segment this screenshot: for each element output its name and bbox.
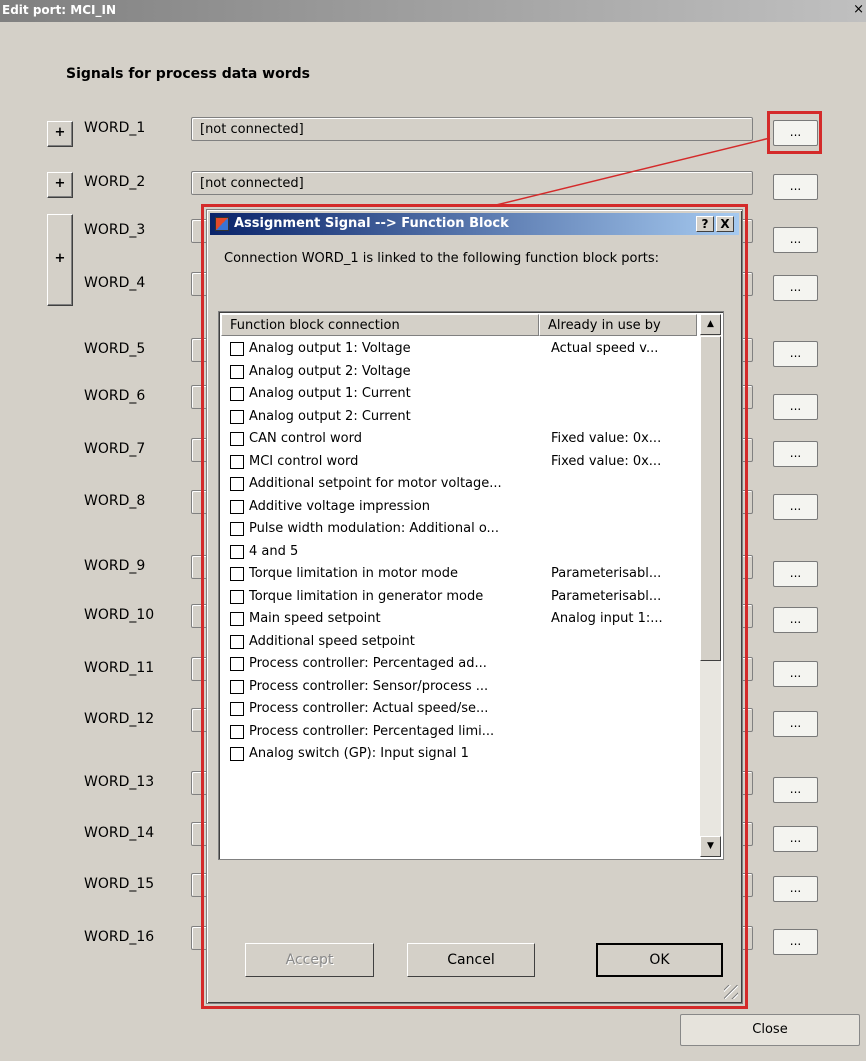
in-use-value: Analog input 1:...	[551, 611, 663, 626]
list-rows: Analog output 1: Voltage Actual speed v..…	[221, 338, 697, 766]
checkbox[interactable]	[230, 679, 244, 694]
list-item[interactable]: Analog output 2: Current	[221, 406, 697, 429]
checkbox[interactable]	[230, 477, 244, 491]
list-item[interactable]: MCI control word Fixed value: 0x...	[221, 451, 697, 474]
list-item[interactable]: Torque limitation in motor mode Parameter…	[221, 563, 697, 586]
connection-name: Analog output 1: Current	[249, 386, 411, 401]
list-item[interactable]: Process controller: Percentaged ad...	[221, 653, 697, 676]
column-header-in-use[interactable]: Already in use by	[539, 314, 697, 336]
checkbox[interactable]	[230, 522, 244, 536]
list-item[interactable]: Analog output 1: Current	[221, 383, 697, 406]
checkbox[interactable]	[230, 499, 244, 514]
checkbox[interactable]	[230, 747, 244, 761]
connection-name: Torque limitation in motor mode	[249, 566, 459, 581]
connection-name: Analog switch (GP): Input signal 1	[249, 746, 469, 761]
checkbox[interactable]	[230, 657, 244, 671]
list-item[interactable]: Process controller: Sensor/process ...	[221, 676, 697, 699]
list-item[interactable]: Additional speed setpoint	[221, 631, 697, 654]
list-item[interactable]: CAN control word Fixed value: 0x...	[221, 428, 697, 451]
list-item[interactable]: Torque limitation in generator mode Param…	[221, 586, 697, 609]
connection-name: MCI control word	[249, 453, 359, 469]
list-item[interactable]: Main speed setpoint Analog input 1:...	[221, 608, 697, 631]
list-item[interactable]: Analog output 2: Voltage	[221, 361, 697, 384]
list-item[interactable]: Analog switch (GP): Input signal 1	[221, 743, 697, 766]
cancel-button[interactable]: Cancel	[407, 943, 535, 977]
checkbox[interactable]	[230, 724, 244, 739]
connection-name: Torque limitation in generator mode	[249, 588, 484, 604]
connection-name: 4 and 5	[249, 543, 299, 559]
connection-name: Analog output 2: Voltage	[249, 363, 411, 379]
scroll-thumb[interactable]	[700, 336, 721, 661]
resize-grip[interactable]	[724, 985, 738, 999]
close-button[interactable]: Close	[680, 1014, 860, 1046]
checkbox[interactable]	[230, 544, 244, 559]
checkbox[interactable]	[230, 364, 244, 379]
connection-name: Process controller: Percentaged limi...	[249, 723, 495, 739]
ok-button[interactable]: OK	[596, 943, 723, 977]
list-item[interactable]: Process controller: Percentaged limi...	[221, 721, 697, 744]
connection-name: Process controller: Actual speed/se...	[249, 701, 489, 716]
column-header-connection[interactable]: Function block connection	[221, 314, 539, 336]
checkbox[interactable]	[230, 634, 244, 649]
dialog-titlebar: Assignment Signal --> Function Block ? X	[210, 213, 739, 235]
help-icon[interactable]: ?	[696, 216, 714, 232]
connection-name: Analog output 1: Voltage	[249, 341, 411, 356]
checkbox[interactable]	[230, 432, 244, 446]
checkbox[interactable]	[230, 589, 244, 604]
dialog-title: Assignment Signal --> Function Block	[234, 216, 509, 231]
list-item[interactable]: Additional setpoint for motor voltage...	[221, 473, 697, 496]
accept-button[interactable]: Accept	[245, 943, 374, 977]
connection-name: Main speed setpoint	[249, 611, 381, 626]
app-icon	[215, 217, 229, 231]
connection-name: Additional speed setpoint	[249, 633, 415, 649]
dialog-close-icon[interactable]: X	[716, 216, 734, 232]
dialog-description: Connection WORD_1 is linked to the follo…	[224, 251, 660, 266]
list-item[interactable]: Process controller: Actual speed/se...	[221, 698, 697, 721]
connection-name: Process controller: Sensor/process ...	[249, 678, 489, 694]
scroll-up-icon[interactable]: ▲	[700, 314, 721, 335]
list-item[interactable]: Analog output 1: Voltage Actual speed v..…	[221, 338, 697, 361]
function-block-list[interactable]: Function block connection Already in use…	[218, 311, 724, 860]
checkbox[interactable]	[230, 387, 244, 401]
checkbox[interactable]	[230, 612, 244, 626]
in-use-value: Parameterisabl...	[551, 566, 662, 581]
in-use-value: Actual speed v...	[551, 341, 659, 356]
checkbox[interactable]	[230, 342, 244, 356]
connection-name: Process controller: Percentaged ad...	[249, 656, 487, 671]
list-header: Function block connection Already in use…	[221, 314, 697, 336]
connection-name: Pulse width modulation: Additional o...	[249, 521, 499, 536]
connection-name: Analog output 2: Current	[249, 408, 411, 424]
scroll-down-icon[interactable]: ▼	[700, 836, 721, 857]
in-use-value: Parameterisabl...	[551, 588, 662, 604]
list-item[interactable]: 4 and 5	[221, 541, 697, 564]
in-use-value: Fixed value: 0x...	[551, 453, 662, 469]
in-use-value: Fixed value: 0x...	[551, 431, 662, 446]
checkbox[interactable]	[230, 409, 244, 424]
connection-name: CAN control word	[249, 431, 362, 446]
assignment-dialog: Assignment Signal --> Function Block ? X…	[206, 209, 743, 1004]
connection-name: Additive voltage impression	[249, 498, 430, 514]
checkbox[interactable]	[230, 702, 244, 716]
checkbox[interactable]	[230, 567, 244, 581]
list-item[interactable]: Pulse width modulation: Additional o...	[221, 518, 697, 541]
checkbox[interactable]	[230, 454, 244, 469]
vertical-scrollbar[interactable]: ▲ ▼	[700, 314, 721, 857]
connection-name: Additional setpoint for motor voltage...	[249, 476, 502, 491]
list-item[interactable]: Additive voltage impression	[221, 496, 697, 519]
